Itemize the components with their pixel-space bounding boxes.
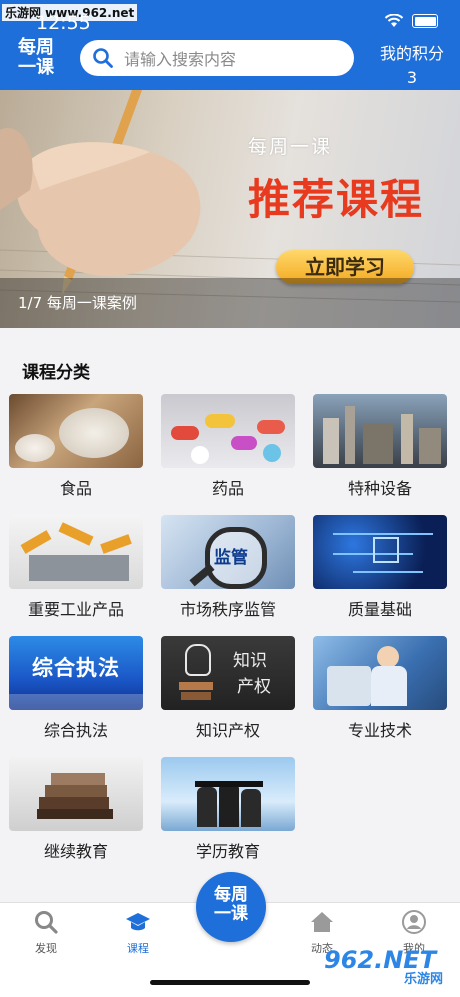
category-professional-technology[interactable]: 专业技术 [313, 636, 447, 741]
status-time: 12:55 [36, 12, 91, 34]
user-icon [402, 910, 426, 934]
app-header: 乐游网 www.962.net 12:55 每周 一课 请输入搜索内容 我的积分… [0, 0, 460, 90]
my-points[interactable]: 我的积分 3 [372, 42, 452, 90]
category-label: 综合执法 [43, 721, 108, 740]
industrial-plant-image [313, 394, 447, 468]
lab-image [313, 636, 447, 710]
section-title: 课程分类 [22, 363, 90, 383]
center-logo-button[interactable]: 每周 一课 [196, 872, 266, 942]
search-icon [35, 911, 58, 934]
banner-title: 推荐课程 [248, 175, 425, 224]
category-industrial-products[interactable]: 重要工业产品 [9, 515, 143, 620]
tab-courses-label: 课程 [127, 942, 149, 955]
graduates-image [161, 757, 295, 831]
category-label: 市场秩序监管 [179, 600, 276, 619]
category-label: 食品 [59, 479, 92, 498]
rice-image [9, 394, 143, 468]
category-comprehensive-enforcement[interactable]: 综合执法 综合执法 [9, 636, 143, 741]
circuit-image [313, 515, 447, 589]
category-intellectual-property[interactable]: 知识 产权 知识产权 [161, 636, 295, 741]
center-line1: 每周 [214, 885, 248, 905]
enforcement-overlay: 综合执法 [32, 656, 120, 680]
category-label: 特种设备 [347, 479, 412, 498]
magnifier-image: 监管 [161, 515, 295, 589]
category-label: 重要工业产品 [27, 600, 124, 619]
category-label: 专业技术 [347, 721, 412, 740]
category-continuing-education[interactable]: 继续教育 [9, 757, 143, 862]
graduation-cap-icon [126, 913, 150, 931]
category-special-equipment[interactable]: 特种设备 [313, 394, 447, 499]
category-medicine[interactable]: 药品 [161, 394, 295, 499]
search-placeholder: 请输入搜索内容 [124, 50, 237, 69]
chalkboard-image: 知识 产权 [161, 636, 295, 710]
battery-icon [412, 14, 438, 28]
category-label: 学历教育 [195, 842, 260, 861]
category-market-regulation[interactable]: 监管 市场秩序监管 [161, 515, 295, 620]
points-label: 我的积分 [379, 44, 444, 63]
home-indicator [150, 980, 310, 985]
watermark-sub: 乐游网 [404, 972, 444, 987]
category-label: 质量基础 [347, 600, 412, 619]
home-icon [311, 912, 333, 932]
category-quality-foundation[interactable]: 质量基础 [313, 515, 447, 620]
logo-line1: 每周 [18, 37, 54, 58]
robot-arms-image [9, 515, 143, 589]
tab-discover[interactable]: 发现 [16, 909, 76, 956]
city-image: 综合执法 [9, 636, 143, 710]
banner-subtitle: 每周一课 [248, 136, 333, 158]
search-bar[interactable]: 请输入搜索内容 [80, 40, 354, 76]
wifi-icon [384, 14, 404, 27]
status-bar: 乐游网 www.962.net 12:55 [0, 0, 460, 34]
banner-caption-bar: 1/7 每周一课案例 [0, 278, 460, 328]
status-icons [384, 14, 438, 28]
search-icon [93, 48, 113, 68]
category-label: 继续教育 [43, 842, 108, 861]
category-food[interactable]: 食品 [9, 394, 143, 499]
category-academic-education[interactable]: 学历教育 [161, 757, 295, 862]
points-value: 3 [406, 68, 418, 87]
tab-discover-label: 发现 [35, 942, 57, 955]
pills-image [161, 394, 295, 468]
ip-overlay-b: 产权 [237, 677, 271, 697]
regulation-overlay: 监管 [214, 548, 248, 568]
category-label: 药品 [211, 479, 244, 498]
category-label: 知识产权 [195, 721, 260, 740]
ip-overlay-a: 知识 [233, 651, 267, 671]
site-watermark-logo: 962.NET 乐游网 [324, 944, 454, 988]
books-image [9, 757, 143, 831]
tab-courses[interactable]: 课程 [108, 909, 168, 956]
app-logo: 每周 一课 [14, 38, 58, 82]
banner-caption: 1/7 每周一课案例 [18, 294, 137, 312]
logo-line2: 一课 [18, 57, 54, 78]
promo-banner[interactable]: 每周一课 推荐课程 立即学习 1/7 每周一课案例 [0, 90, 460, 328]
center-line2: 一课 [214, 904, 248, 924]
